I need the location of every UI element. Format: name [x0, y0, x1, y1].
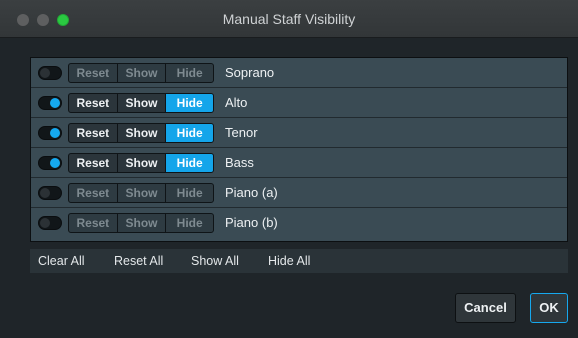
show-all-button[interactable]: Show All	[191, 249, 239, 273]
reset-all-button[interactable]: Reset All	[114, 249, 163, 273]
hide-button[interactable]: Hide	[166, 64, 213, 82]
staff-name-label: Soprano	[225, 65, 275, 80]
visibility-segmented-control: Reset Show Hide	[68, 63, 214, 83]
show-button[interactable]: Show	[117, 64, 166, 82]
staff-row-bass: Reset Show Hide Bass	[31, 148, 567, 178]
reset-button[interactable]: Reset	[69, 214, 117, 232]
staff-row-piano-a: Reset Show Hide Piano (a)	[31, 178, 567, 208]
reset-button[interactable]: Reset	[69, 124, 117, 142]
toggle-knob-icon	[40, 68, 50, 78]
show-button[interactable]: Show	[117, 154, 166, 172]
staff-toggle-switch[interactable]	[38, 66, 62, 80]
staff-toggle-switch[interactable]	[38, 186, 62, 200]
staff-row-soprano: Reset Show Hide Soprano	[31, 58, 567, 88]
hide-button[interactable]: Hide	[166, 154, 213, 172]
staff-name-label: Alto	[225, 95, 248, 110]
hide-button[interactable]: Hide	[166, 214, 213, 232]
staff-list: Reset Show Hide Soprano Reset Show Hide …	[30, 57, 568, 242]
toggle-knob-icon	[50, 128, 60, 138]
visibility-segmented-control: Reset Show Hide	[68, 123, 214, 143]
show-button[interactable]: Show	[117, 124, 166, 142]
staff-name-label: Bass	[225, 155, 254, 170]
show-button[interactable]: Show	[117, 184, 166, 202]
staff-name-label: Piano (b)	[225, 215, 278, 230]
hide-all-button[interactable]: Hide All	[268, 249, 310, 273]
toggle-knob-icon	[40, 218, 50, 228]
visibility-segmented-control: Reset Show Hide	[68, 183, 214, 203]
reset-button[interactable]: Reset	[69, 94, 117, 112]
cancel-button[interactable]: Cancel	[455, 293, 516, 323]
hide-button[interactable]: Hide	[166, 184, 213, 202]
ok-button[interactable]: OK	[530, 293, 568, 323]
staff-toggle-switch[interactable]	[38, 216, 62, 230]
title-bar: Manual Staff Visibility	[0, 0, 578, 38]
reset-button[interactable]: Reset	[69, 64, 117, 82]
visibility-segmented-control: Reset Show Hide	[68, 213, 214, 233]
show-button[interactable]: Show	[117, 94, 166, 112]
bulk-actions-bar: Clear All Reset All Show All Hide All	[30, 249, 568, 273]
staff-toggle-switch[interactable]	[38, 126, 62, 140]
window-title: Manual Staff Visibility	[222, 11, 356, 27]
dialog-window: Manual Staff Visibility Reset Show Hide …	[0, 0, 578, 338]
reset-button[interactable]: Reset	[69, 154, 117, 172]
staff-row-tenor: Reset Show Hide Tenor	[31, 118, 567, 148]
staff-name-label: Tenor	[225, 125, 258, 140]
toggle-knob-icon	[50, 158, 60, 168]
clear-all-button[interactable]: Clear All	[38, 249, 85, 273]
hide-button[interactable]: Hide	[166, 124, 213, 142]
hide-button[interactable]: Hide	[166, 94, 213, 112]
visibility-segmented-control: Reset Show Hide	[68, 153, 214, 173]
staff-toggle-switch[interactable]	[38, 96, 62, 110]
show-button[interactable]: Show	[117, 214, 166, 232]
staff-row-alto: Reset Show Hide Alto	[31, 88, 567, 118]
staff-name-label: Piano (a)	[225, 185, 278, 200]
visibility-segmented-control: Reset Show Hide	[68, 93, 214, 113]
toggle-knob-icon	[50, 98, 60, 108]
toggle-knob-icon	[40, 188, 50, 198]
reset-button[interactable]: Reset	[69, 184, 117, 202]
staff-toggle-switch[interactable]	[38, 156, 62, 170]
staff-row-piano-b: Reset Show Hide Piano (b)	[31, 208, 567, 238]
